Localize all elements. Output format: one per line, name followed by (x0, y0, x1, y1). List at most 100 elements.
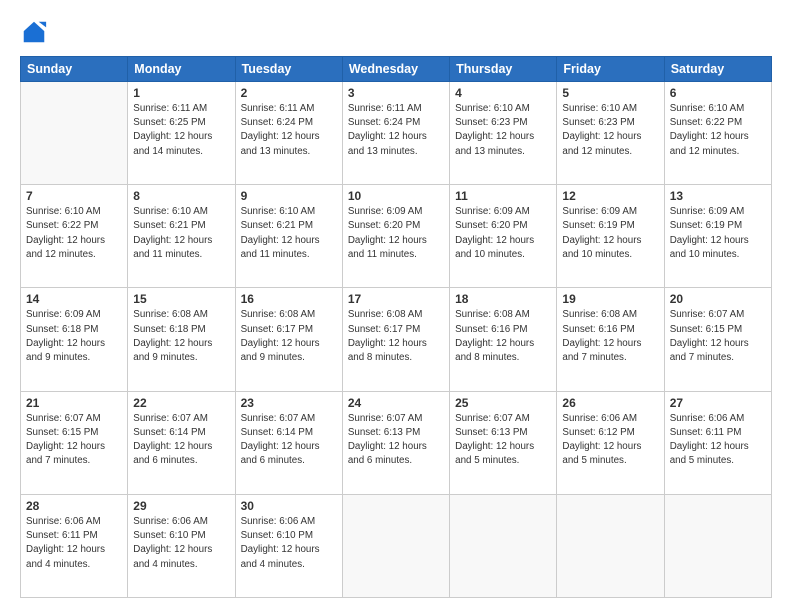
calendar-table: SundayMondayTuesdayWednesdayThursdayFrid… (20, 56, 772, 598)
cell-text: Sunrise: 6:10 AMSunset: 6:23 PMDaylight:… (562, 102, 658, 159)
cell-text: Sunrise: 6:09 AMSunset: 6:18 PMDaylight:… (26, 308, 122, 365)
calendar-cell: 1Sunrise: 6:11 AMSunset: 6:25 PMDaylight… (128, 82, 235, 185)
calendar-cell: 7 Sunrise: 6:10 AMSunset: 6:22 PMDaylight… (21, 185, 128, 288)
calendar-cell: 4 Sunrise: 6:10 AMSunset: 6:23 PMDaylight… (450, 82, 557, 185)
col-header-tuesday: Tuesday (235, 57, 342, 82)
day-number: 22 (133, 396, 229, 410)
cell-text: Sunrise: 6:06 AMSunset: 6:10 PMDaylight:… (133, 515, 229, 572)
day-number: 6 (670, 86, 766, 100)
day-number: 30 (241, 499, 337, 513)
cell-text: Sunrise: 6:11 AMSunset: 6:24 PMDaylight:… (241, 102, 337, 159)
calendar-cell: 2 Sunrise: 6:11 AMSunset: 6:24 PMDaylight… (235, 82, 342, 185)
col-header-friday: Friday (557, 57, 664, 82)
day-number: 29 (133, 499, 229, 513)
calendar-cell: 10Sunrise: 6:09 AMSunset: 6:20 PMDayligh… (342, 185, 449, 288)
cell-text: Sunrise: 6:08 AMSunset: 6:18 PMDaylight:… (133, 308, 229, 365)
calendar-week-5: 28 Sunrise: 6:06 AMSunset: 6:11 PMDayligh… (21, 494, 772, 597)
cell-text: Sunrise: 6:08 AMSunset: 6:17 PMDaylight:… (348, 308, 444, 365)
day-number: 18 (455, 292, 551, 306)
calendar-cell: 28 Sunrise: 6:06 AMSunset: 6:11 PMDayligh… (21, 494, 128, 597)
calendar-cell: 5 Sunrise: 6:10 AMSunset: 6:23 PMDaylight… (557, 82, 664, 185)
day-number: 4 (455, 86, 551, 100)
logo (20, 18, 52, 46)
cell-text: Sunrise: 6:06 AMSunset: 6:11 PMDaylight:… (670, 412, 766, 469)
calendar-cell: 15 Sunrise: 6:08 AMSunset: 6:18 PMDayligh… (128, 288, 235, 391)
cell-text: Sunrise: 6:07 AMSunset: 6:13 PMDaylight:… (455, 412, 551, 469)
day-number: 7 (26, 189, 122, 203)
col-header-monday: Monday (128, 57, 235, 82)
day-number: 28 (26, 499, 122, 513)
day-number: 25 (455, 396, 551, 410)
day-number: 13 (670, 189, 766, 203)
day-number: 8 (133, 189, 229, 203)
calendar-cell: 6 Sunrise: 6:10 AMSunset: 6:22 PMDaylight… (664, 82, 771, 185)
header (20, 18, 772, 46)
cell-text: Sunrise: 6:07 AMSunset: 6:14 PMDaylight:… (241, 412, 337, 469)
calendar-cell: 11 Sunrise: 6:09 AMSunset: 6:20 PMDayligh… (450, 185, 557, 288)
day-number: 15 (133, 292, 229, 306)
day-number: 9 (241, 189, 337, 203)
cell-text: Sunrise: 6:11 AMSunset: 6:24 PMDaylight:… (348, 102, 444, 159)
day-number: 16 (241, 292, 337, 306)
day-number: 21 (26, 396, 122, 410)
cell-text: Sunrise: 6:07 AMSunset: 6:15 PMDaylight:… (670, 308, 766, 365)
cell-text: Sunrise: 6:09 AMSunset: 6:20 PMDaylight:… (455, 205, 551, 262)
day-number: 20 (670, 292, 766, 306)
calendar-week-3: 14 Sunrise: 6:09 AMSunset: 6:18 PMDayligh… (21, 288, 772, 391)
day-number: 14 (26, 292, 122, 306)
cell-text: Sunrise: 6:06 AMSunset: 6:12 PMDaylight:… (562, 412, 658, 469)
calendar-cell (450, 494, 557, 597)
calendar-header-row: SundayMondayTuesdayWednesdayThursdayFrid… (21, 57, 772, 82)
calendar-cell: 18 Sunrise: 6:08 AMSunset: 6:16 PMDayligh… (450, 288, 557, 391)
col-header-sunday: Sunday (21, 57, 128, 82)
day-number: 23 (241, 396, 337, 410)
day-number: 5 (562, 86, 658, 100)
cell-text: Sunrise: 6:09 AMSunset: 6:19 PMDaylight:… (670, 205, 766, 262)
calendar-cell: 14 Sunrise: 6:09 AMSunset: 6:18 PMDayligh… (21, 288, 128, 391)
cell-text: Sunrise: 6:08 AMSunset: 6:17 PMDaylight:… (241, 308, 337, 365)
calendar-cell: 3 Sunrise: 6:11 AMSunset: 6:24 PMDaylight… (342, 82, 449, 185)
calendar-cell: 17 Sunrise: 6:08 AMSunset: 6:17 PMDayligh… (342, 288, 449, 391)
day-number: 12 (562, 189, 658, 203)
cell-text: Sunrise: 6:07 AMSunset: 6:15 PMDaylight:… (26, 412, 122, 469)
calendar-cell: 13 Sunrise: 6:09 AMSunset: 6:19 PMDayligh… (664, 185, 771, 288)
cell-text: Sunrise: 6:06 AMSunset: 6:11 PMDaylight:… (26, 515, 122, 572)
cell-text: Sunrise: 6:09 AMSunset: 6:19 PMDaylight:… (562, 205, 658, 262)
cell-text: Sunrise: 6:10 AMSunset: 6:23 PMDaylight:… (455, 102, 551, 159)
day-number: 2 (241, 86, 337, 100)
cell-text: Sunrise: 6:08 AMSunset: 6:16 PMDaylight:… (455, 308, 551, 365)
cell-text: Sunrise: 6:07 AMSunset: 6:14 PMDaylight:… (133, 412, 229, 469)
calendar-cell: 19Sunrise: 6:08 AMSunset: 6:16 PMDayligh… (557, 288, 664, 391)
page: SundayMondayTuesdayWednesdayThursdayFrid… (0, 0, 792, 612)
calendar-cell (557, 494, 664, 597)
calendar-cell (21, 82, 128, 185)
day-number: 19 (562, 292, 658, 306)
calendar-cell (342, 494, 449, 597)
cell-text: Sunrise: 6:10 AMSunset: 6:21 PMDaylight:… (241, 205, 337, 262)
calendar-cell: 25 Sunrise: 6:07 AMSunset: 6:13 PMDayligh… (450, 391, 557, 494)
cell-text: Sunrise: 6:06 AMSunset: 6:10 PMDaylight:… (241, 515, 337, 572)
calendar-cell (664, 494, 771, 597)
day-number: 1 (133, 86, 229, 100)
calendar-cell: 29 Sunrise: 6:06 AMSunset: 6:10 PMDayligh… (128, 494, 235, 597)
day-number: 10 (348, 189, 444, 203)
calendar-cell: 9 Sunrise: 6:10 AMSunset: 6:21 PMDaylight… (235, 185, 342, 288)
col-header-wednesday: Wednesday (342, 57, 449, 82)
calendar-cell: 22 Sunrise: 6:07 AMSunset: 6:14 PMDayligh… (128, 391, 235, 494)
day-number: 11 (455, 189, 551, 203)
cell-text: Sunrise: 6:10 AMSunset: 6:22 PMDaylight:… (26, 205, 122, 262)
col-header-thursday: Thursday (450, 57, 557, 82)
day-number: 26 (562, 396, 658, 410)
calendar-week-2: 7 Sunrise: 6:10 AMSunset: 6:22 PMDaylight… (21, 185, 772, 288)
day-number: 27 (670, 396, 766, 410)
calendar-cell: 8 Sunrise: 6:10 AMSunset: 6:21 PMDaylight… (128, 185, 235, 288)
day-number: 17 (348, 292, 444, 306)
logo-icon (20, 18, 48, 46)
calendar-cell: 20 Sunrise: 6:07 AMSunset: 6:15 PMDayligh… (664, 288, 771, 391)
calendar-cell: 24Sunrise: 6:07 AMSunset: 6:13 PMDayligh… (342, 391, 449, 494)
cell-text: Sunrise: 6:10 AMSunset: 6:22 PMDaylight:… (670, 102, 766, 159)
calendar-cell: 23 Sunrise: 6:07 AMSunset: 6:14 PMDayligh… (235, 391, 342, 494)
cell-text: Sunrise: 6:10 AMSunset: 6:21 PMDaylight:… (133, 205, 229, 262)
calendar-cell: 27 Sunrise: 6:06 AMSunset: 6:11 PMDayligh… (664, 391, 771, 494)
day-number: 3 (348, 86, 444, 100)
